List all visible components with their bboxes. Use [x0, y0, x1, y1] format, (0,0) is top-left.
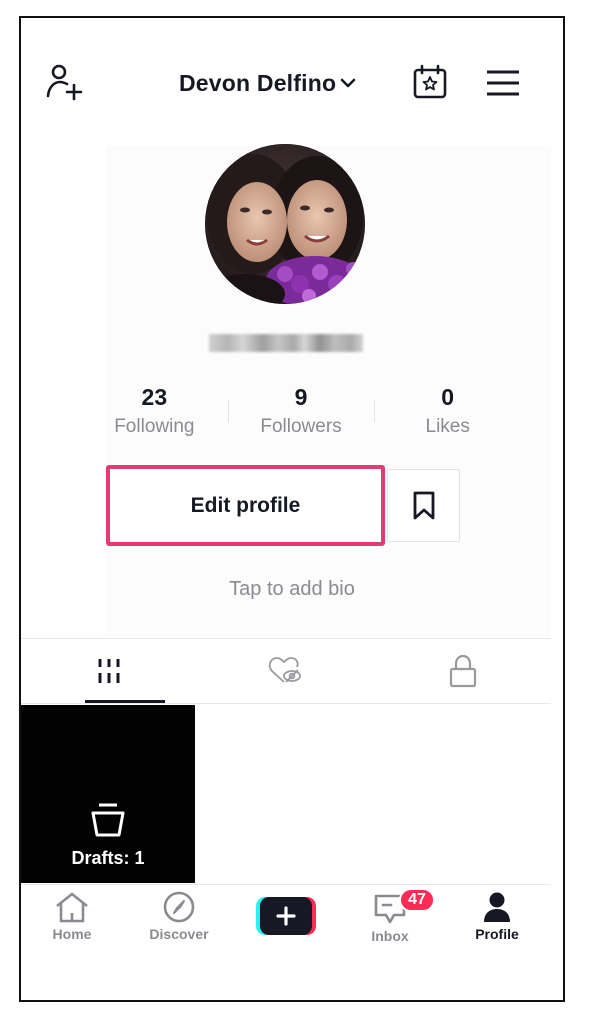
stat-divider [374, 400, 375, 422]
following-label: Following [114, 416, 195, 437]
nav-label-home: Home [52, 926, 92, 942]
nav-home[interactable]: Home [27, 891, 117, 942]
stat-likes[interactable]: 0 Likes [374, 384, 521, 446]
create-face [260, 897, 312, 935]
stat-following[interactable]: 23 Following [81, 384, 228, 446]
drafts-tile[interactable]: Drafts: 1 [21, 705, 195, 883]
nav-label-discover: Discover [149, 926, 209, 942]
stat-followers[interactable]: 9 Followers [228, 384, 375, 446]
nav-label-inbox: Inbox [371, 928, 409, 944]
grid-icon [98, 659, 120, 683]
content-tabs [21, 639, 551, 703]
tab-private[interactable] [374, 639, 551, 703]
plus-icon [276, 906, 296, 926]
followers-label: Followers [260, 416, 342, 437]
avatar-photo [205, 144, 365, 304]
stat-divider [228, 400, 229, 422]
compass-icon [163, 891, 195, 923]
edit-profile-button[interactable]: Edit profile [106, 465, 385, 546]
menu-button[interactable] [483, 66, 523, 100]
calendar-button[interactable] [411, 63, 449, 101]
profile-stats: 23 Following 9 Followers 0 Likes [81, 384, 521, 446]
nav-profile[interactable]: Profile [452, 891, 542, 942]
add-friend-button[interactable] [43, 62, 87, 102]
inbox-badge: 47 [399, 888, 435, 912]
likes-label: Likes [425, 416, 470, 437]
bottom-navigation: Home Discover Inbox 47 Profile [21, 885, 563, 965]
account-switcher[interactable]: Devon Delfino [179, 66, 356, 100]
username-blurred [209, 334, 363, 352]
favorites-button[interactable] [387, 469, 460, 542]
nav-discover[interactable]: Discover [134, 891, 224, 942]
following-count: 23 [141, 384, 168, 410]
avatar[interactable] [205, 144, 365, 304]
profile-header: Devon Delfino [21, 18, 563, 138]
hamburger-menu-icon [487, 70, 519, 96]
add-bio-link[interactable]: Tap to add bio [21, 578, 563, 601]
person-icon [484, 892, 510, 922]
bookmark-icon [413, 491, 434, 519]
profile-title: Devon Delfino [179, 69, 337, 96]
tab-videos[interactable] [21, 639, 198, 703]
lock-icon [449, 654, 476, 688]
phone-screen: Devon Delfino 23 Following 9 Followers 0… [19, 16, 565, 1002]
person-add-icon [46, 64, 83, 101]
divider [21, 703, 551, 704]
drafts-bin-icon [91, 803, 125, 837]
nav-label-profile: Profile [475, 926, 519, 942]
calendar-star-icon [413, 64, 447, 99]
drafts-label: Drafts: 1 [71, 848, 145, 868]
tab-liked[interactable] [198, 639, 375, 703]
home-icon [56, 892, 88, 923]
likes-count: 0 [441, 384, 455, 410]
heart-hidden-icon [268, 657, 301, 683]
chevron-down-icon [340, 78, 356, 88]
create-video-button[interactable] [256, 897, 316, 935]
followers-count: 9 [294, 384, 308, 410]
